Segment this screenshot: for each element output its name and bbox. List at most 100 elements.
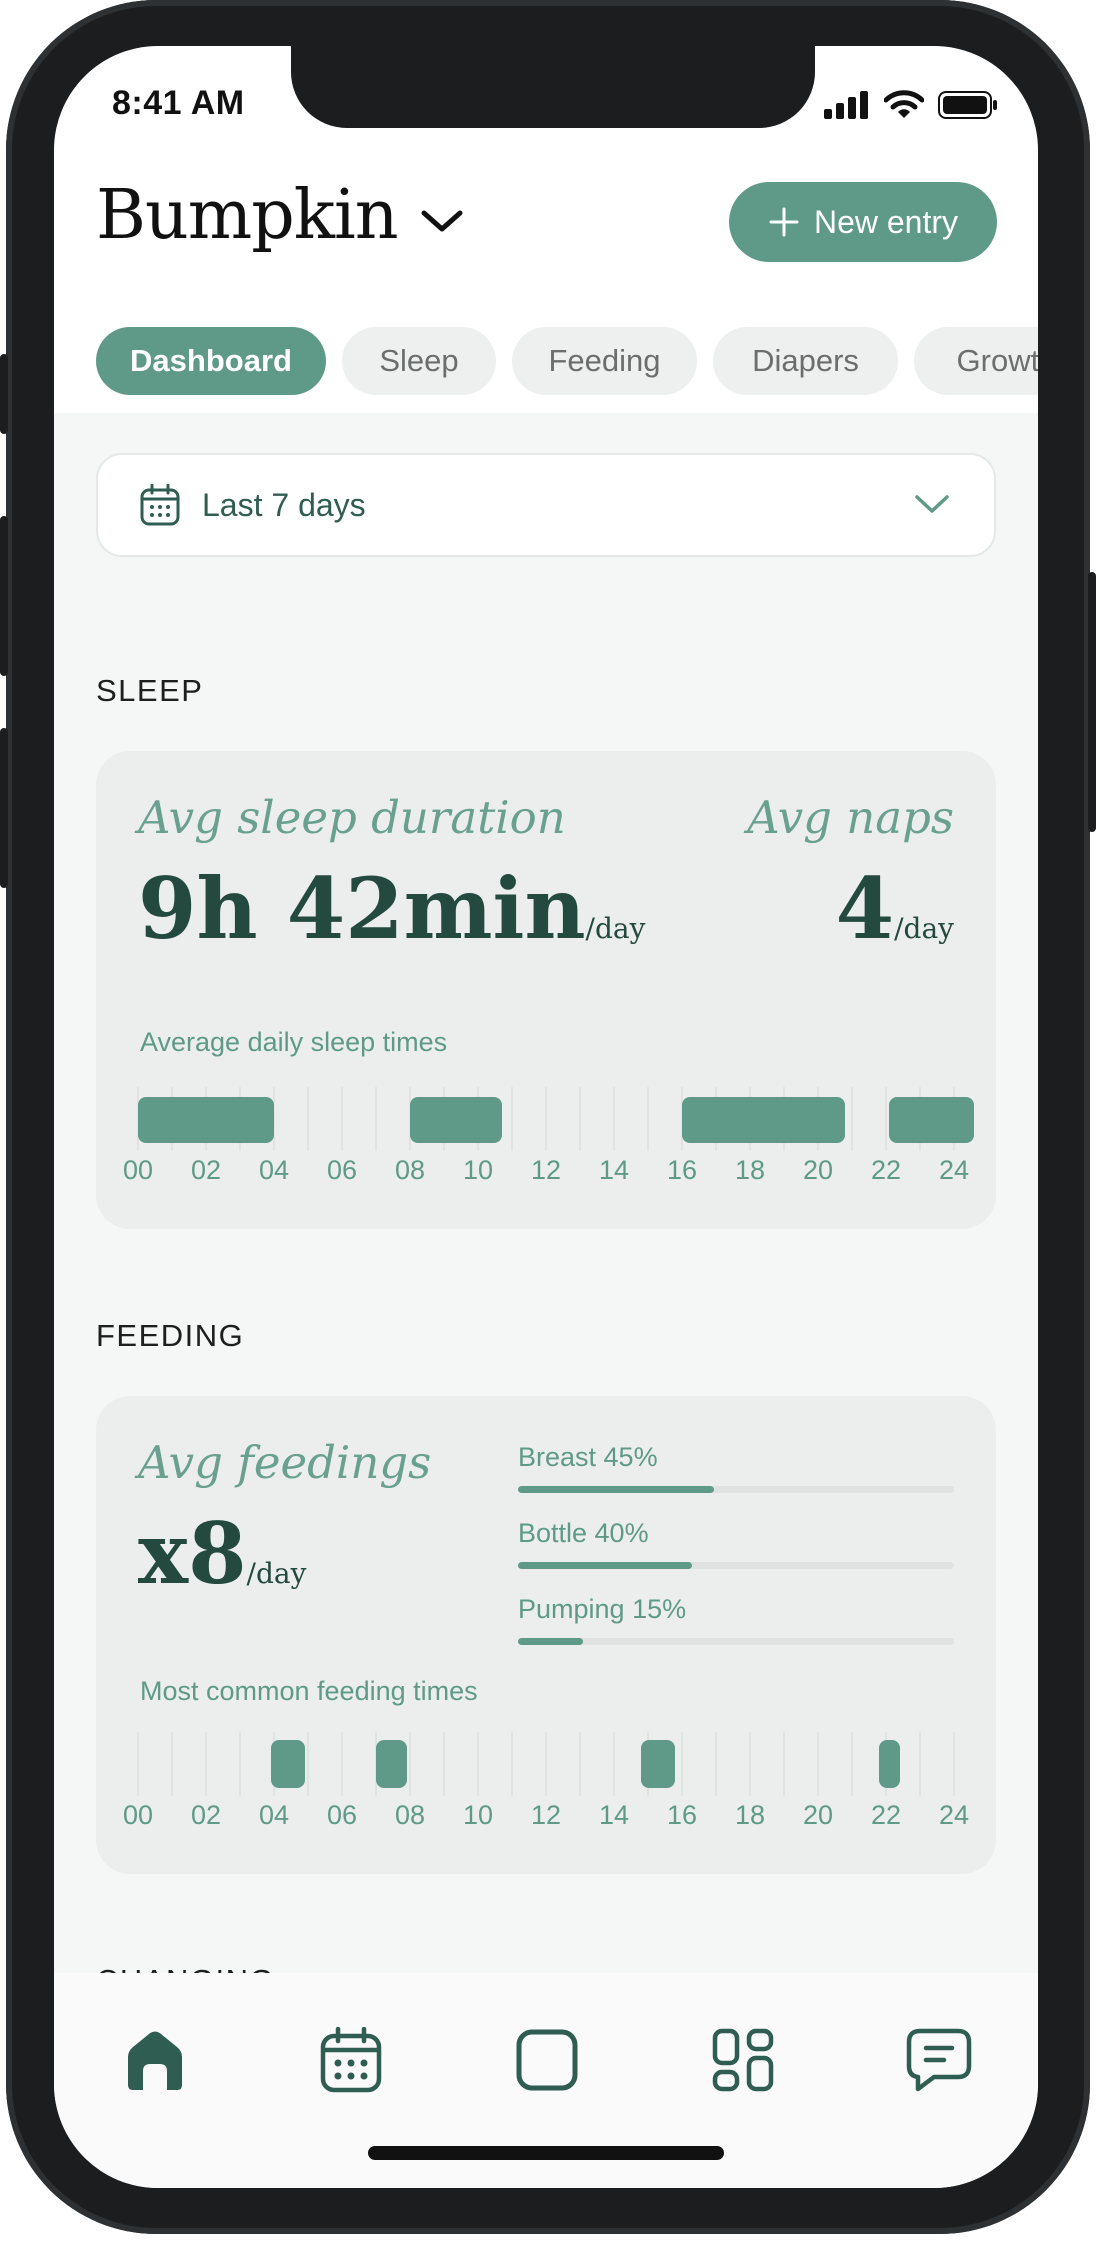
pumping-track xyxy=(518,1638,954,1645)
timeline-tick xyxy=(715,1732,717,1796)
timeline-tick xyxy=(307,1087,309,1151)
timeline-tick xyxy=(579,1732,581,1796)
axis-tick-label: 20 xyxy=(802,1800,834,1830)
square-icon xyxy=(516,2029,578,2091)
breast-label: Breast 45% xyxy=(518,1442,658,1472)
tab-dashboard[interactable]: Dashboard xyxy=(96,327,326,395)
nav-calendar[interactable] xyxy=(316,2025,386,2095)
feeding-block xyxy=(879,1740,900,1788)
avg-naps-value: 4/day xyxy=(835,859,954,958)
side-button-power xyxy=(1088,572,1096,832)
breast-bar: Breast 45% xyxy=(518,1442,954,1493)
sleep-block xyxy=(138,1097,274,1143)
avg-feedings-value: x8/day xyxy=(138,1504,307,1603)
nav-messages[interactable] xyxy=(904,2025,974,2095)
axis-tick-label: 18 xyxy=(734,1155,766,1185)
side-button-volume-up xyxy=(0,516,8,676)
feeding-axis: 00 02 04 06 08 10 12 14 16 18 20 22 24 xyxy=(123,1800,969,1834)
axis-tick-label: 08 xyxy=(394,1155,426,1185)
bottle-bar: Bottle 40% xyxy=(518,1518,954,1569)
axis-tick-label: 24 xyxy=(938,1800,970,1830)
timeline-tick xyxy=(953,1732,955,1796)
bottle-label: Bottle 40% xyxy=(518,1518,649,1548)
chat-icon xyxy=(906,2028,972,2092)
sleep-axis: 00 02 04 06 08 10 12 14 16 18 20 22 24 xyxy=(123,1155,969,1189)
side-button-volume-down xyxy=(0,728,8,888)
tab-feeding[interactable]: Feeding xyxy=(512,327,697,395)
breast-fill xyxy=(518,1486,715,1493)
axis-tick-label: 16 xyxy=(666,1155,698,1185)
timeline-tick xyxy=(545,1732,547,1796)
avg-feedings-label: Avg feedings xyxy=(138,1436,432,1489)
axis-tick-label: 06 xyxy=(326,1800,358,1830)
axis-tick-label: 24 xyxy=(938,1155,970,1185)
tab-sleep[interactable]: Sleep xyxy=(342,327,496,395)
pumping-bar: Pumping 15% xyxy=(518,1594,954,1645)
timeline-tick xyxy=(919,1732,921,1796)
axis-tick-label: 14 xyxy=(598,1800,630,1830)
status-icons xyxy=(824,90,998,120)
timeline-tick xyxy=(137,1732,139,1796)
nav-grid[interactable] xyxy=(708,2025,778,2095)
feeding-timeline xyxy=(137,1732,955,1796)
tab-growth[interactable]: Growth xyxy=(914,327,1038,395)
screen: 8:41 AM Bumpkin New entry Dashboard Slee… xyxy=(54,46,1038,2188)
timeline-tick xyxy=(307,1732,309,1796)
unit-per-day: /day xyxy=(894,912,954,945)
chevron-down-icon xyxy=(421,210,463,231)
axis-tick-label: 22 xyxy=(870,1800,902,1830)
sleep-block xyxy=(889,1097,975,1143)
nav-home[interactable] xyxy=(120,2025,190,2095)
axis-tick-label: 12 xyxy=(530,1155,562,1185)
new-entry-button[interactable]: New entry xyxy=(729,182,997,262)
timeline-tick xyxy=(171,1732,173,1796)
dashboard-content: Last 7 days SLEEP Avg sleep duration 9h … xyxy=(54,413,1038,1998)
timeline-tick xyxy=(817,1732,819,1796)
chevron-down-icon xyxy=(915,495,949,513)
avg-naps-label: Avg naps xyxy=(747,791,954,844)
date-range-select[interactable]: Last 7 days xyxy=(96,453,996,557)
sleep-card[interactable]: Avg sleep duration 9h 42min/day Avg naps… xyxy=(96,751,996,1229)
sleep-chart-title: Average daily sleep times xyxy=(140,1027,448,1057)
axis-tick-label: 08 xyxy=(394,1800,426,1830)
calendar-icon xyxy=(320,2027,382,2093)
axis-tick-label: 00 xyxy=(122,1800,154,1830)
axis-tick-label: 10 xyxy=(462,1800,494,1830)
axis-tick-label: 02 xyxy=(190,1155,222,1185)
timeline-tick xyxy=(375,1087,377,1151)
axis-tick-label: 02 xyxy=(190,1800,222,1830)
tab-diapers[interactable]: Diapers xyxy=(713,327,898,395)
axis-tick-label: 04 xyxy=(258,1800,290,1830)
timeline-tick xyxy=(409,1732,411,1796)
timeline-tick xyxy=(341,1087,343,1151)
nav-square[interactable] xyxy=(512,2025,582,2095)
feeding-card[interactable]: Avg feedings x8/day Breast 45% Bottle 40… xyxy=(96,1396,996,1874)
plus-icon xyxy=(769,207,799,237)
pumping-fill xyxy=(518,1638,584,1645)
unit-per-day: /day xyxy=(585,912,646,945)
timeline-tick xyxy=(783,1732,785,1796)
axis-tick-label: 10 xyxy=(462,1155,494,1185)
grid-icon xyxy=(712,2028,774,2092)
bottle-fill xyxy=(518,1562,693,1569)
timeline-tick xyxy=(851,1732,853,1796)
timeline-tick xyxy=(443,1732,445,1796)
timeline-tick xyxy=(511,1732,513,1796)
notch xyxy=(291,46,815,128)
axis-tick-label: 12 xyxy=(530,1800,562,1830)
feeding-chart-title: Most common feeding times xyxy=(140,1676,478,1706)
wifi-icon xyxy=(884,90,924,118)
axis-tick-label: 14 xyxy=(598,1155,630,1185)
feeding-block xyxy=(641,1740,676,1788)
page-title: Bumpkin xyxy=(96,176,399,255)
new-entry-label: New entry xyxy=(813,203,959,240)
axis-tick-label: 04 xyxy=(258,1155,290,1185)
timeline-tick xyxy=(681,1732,683,1796)
timeline-tick xyxy=(647,1087,649,1151)
timeline-tick xyxy=(749,1732,751,1796)
axis-tick-label: 18 xyxy=(734,1800,766,1830)
unit-per-day: /day xyxy=(246,1557,307,1590)
profile-switcher[interactable]: Bumpkin xyxy=(96,176,464,255)
side-button-silent xyxy=(0,354,8,434)
timeline-tick xyxy=(545,1087,547,1151)
